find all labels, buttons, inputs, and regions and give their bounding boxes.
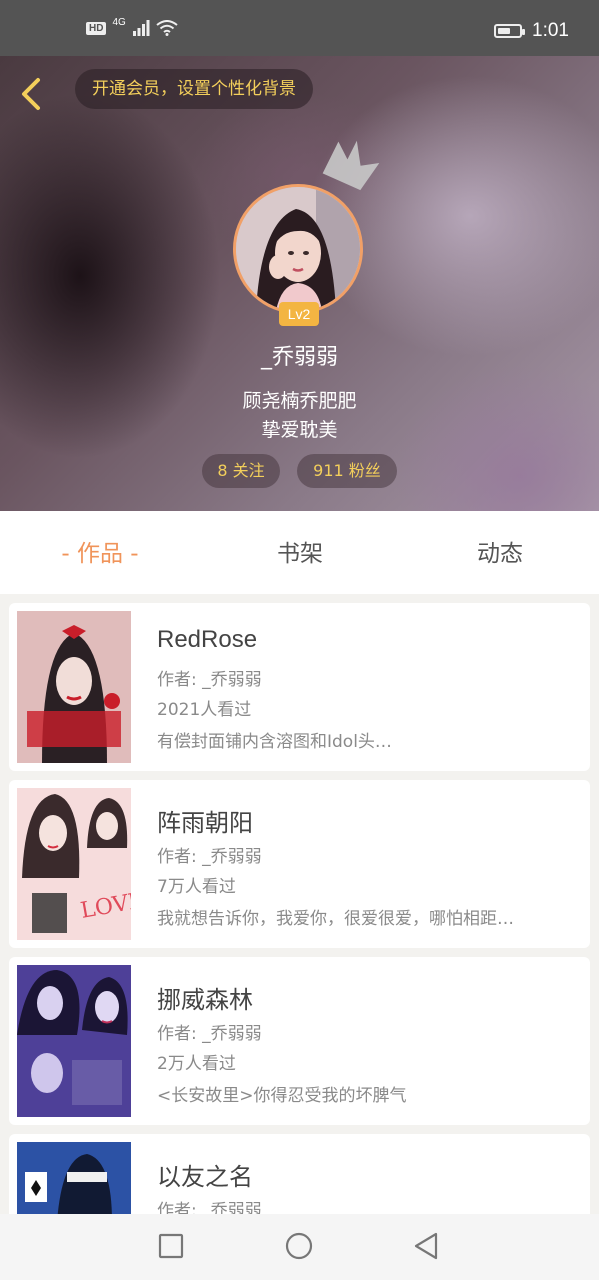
- vip-background-banner[interactable]: 开通会员，设置个性化背景: [75, 69, 313, 109]
- following-count[interactable]: 8 关注: [202, 454, 280, 488]
- status-bar: HD 4G 1:01: [0, 0, 599, 56]
- book-views: 7万人看过: [157, 877, 236, 897]
- bio-line-2: 挚爱耽美: [261, 419, 338, 441]
- book-title: 阵雨朝阳: [157, 810, 253, 837]
- clock: 1:01: [532, 20, 569, 41]
- status-right: 1:01: [494, 20, 569, 42]
- profile-header: 开通会员，设置个性化背景 Lv2 _乔弱弱 顾尧楠乔肥肥 挚爱耽美 8 关注 9…: [0, 56, 599, 511]
- tab-bookshelf[interactable]: 书架: [230, 511, 370, 594]
- hd-icon: HD: [86, 21, 107, 35]
- username: _乔弱弱: [260, 345, 338, 370]
- system-nav-bar: [0, 1214, 599, 1280]
- book-title: 挪威森林: [157, 987, 253, 1014]
- book-description: 我就想告诉你，我爱你，很爱很爱，哪怕相距…: [157, 909, 514, 929]
- avatar[interactable]: [233, 184, 363, 314]
- book-card[interactable]: 挪威森林 作者: _乔弱弱 2万人看过 <长安故里>你得忍受我的坏脾气: [9, 957, 590, 1125]
- followers-count[interactable]: 911 粉丝: [297, 454, 397, 488]
- book-author: 作者: _乔弱弱: [157, 670, 262, 690]
- book-cover: [17, 611, 131, 763]
- book-cover: [17, 965, 131, 1117]
- circle-icon[interactable]: [283, 1230, 315, 1262]
- status-left: HD 4G: [86, 16, 178, 36]
- network-type: 4G: [112, 16, 126, 28]
- square-icon[interactable]: [155, 1230, 187, 1262]
- tab-works[interactable]: - 作品 -: [30, 511, 170, 594]
- triangle-back-icon[interactable]: [410, 1230, 442, 1262]
- book-card[interactable]: 以友之名 作者: _乔弱弱: [9, 1134, 590, 1214]
- avatar-image: [236, 187, 360, 311]
- book-description: <长安故里>你得忍受我的坏脾气: [157, 1086, 407, 1106]
- works-list: RedRose 作者: _乔弱弱 2021人看过 有偿封面铺内含溶图和Idol头…: [0, 594, 599, 1214]
- book-card[interactable]: LOVE 阵雨朝阳 作者: _乔弱弱 7万人看过 我就想告诉你，我爱你，很爱很爱…: [9, 780, 590, 948]
- signal-icon: [132, 20, 150, 36]
- book-card[interactable]: RedRose 作者: _乔弱弱 2021人看过 有偿封面铺内含溶图和Idol头…: [9, 603, 590, 771]
- book-title: 以友之名: [157, 1164, 253, 1191]
- tab-activity[interactable]: 动态: [430, 511, 570, 594]
- battery-icon: [494, 24, 526, 38]
- chevron-left-icon[interactable]: [12, 74, 52, 114]
- level-badge: Lv2: [279, 302, 319, 326]
- book-description: 有偿封面铺内含溶图和Idol头…: [157, 732, 392, 752]
- profile-tabs: - 作品 - 书架 动态: [0, 511, 599, 594]
- crown-icon: [322, 140, 380, 191]
- book-cover: LOVE: [17, 788, 131, 940]
- book-views: 2万人看过: [157, 1054, 236, 1074]
- book-author: 作者: _乔弱弱: [157, 847, 262, 867]
- book-views: 2021人看过: [157, 700, 252, 720]
- book-author: 作者: _乔弱弱: [157, 1201, 262, 1214]
- wifi-icon: [156, 20, 178, 36]
- bio-line-1: 顾尧楠乔肥肥: [242, 390, 357, 412]
- book-cover: [17, 1142, 131, 1214]
- book-author: 作者: _乔弱弱: [157, 1024, 262, 1044]
- book-title: RedRose: [157, 626, 258, 653]
